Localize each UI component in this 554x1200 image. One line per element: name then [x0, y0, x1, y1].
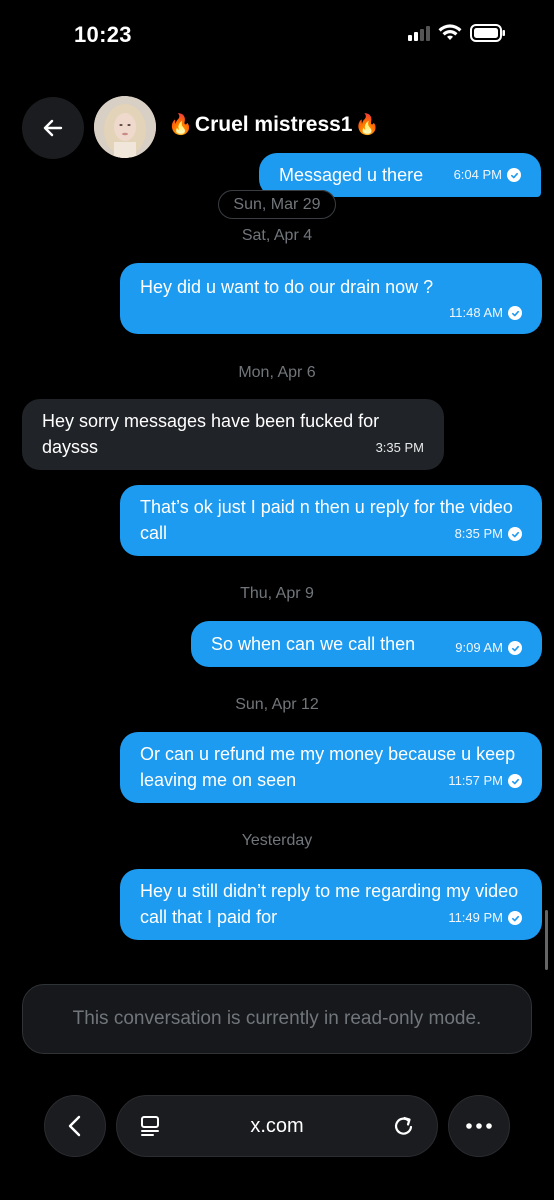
message-time: 3:35 PM: [375, 440, 424, 455]
message-time: 11:57 PM: [448, 773, 503, 788]
sent-check-icon: [508, 641, 522, 655]
date-separator: Sun, Mar 29: [214, 190, 340, 219]
avatar-image: [94, 96, 156, 158]
message-bubble-outgoing[interactable]: So when can we call then 9:09 AM: [191, 621, 542, 667]
message-meta: 8:35 PM: [455, 521, 522, 547]
message-text: So when can we call then: [211, 634, 416, 654]
message-bubble-outgoing[interactable]: Hey u still didn’t reply to me regarding…: [120, 869, 542, 940]
fire-icon: 🔥: [168, 114, 193, 136]
message-text: Hey did u want to do our drain now ?: [140, 277, 434, 297]
message-time: 6:04 PM: [453, 167, 502, 182]
date-pill: Sun, Mar 29: [218, 190, 336, 219]
browser-back-button[interactable]: [44, 1095, 106, 1157]
status-time: 10:23: [74, 22, 132, 47]
page-menu-icon[interactable]: [139, 1114, 161, 1138]
message-text: Messaged u there: [279, 165, 424, 185]
date-separator: Sun, Apr 12: [235, 696, 319, 713]
message-bubble-outgoing[interactable]: Or can u refund me my money because u ke…: [120, 732, 542, 803]
message-meta: 9:09 AM: [455, 635, 522, 661]
date-separator: Mon, Apr 6: [238, 364, 316, 381]
contact-name-label: Cruel mistress1: [194, 113, 353, 136]
fire-icon: 🔥: [354, 114, 380, 136]
message-time: 9:09 AM: [455, 640, 503, 655]
status-icons: [408, 24, 506, 42]
date-separator: Yesterday: [241, 832, 313, 849]
sent-check-icon: [508, 527, 522, 541]
message-bubble-outgoing[interactable]: Hey did u want to do our drain now ? 11:…: [120, 263, 542, 334]
message-time: 11:49 PM: [448, 910, 503, 925]
readonly-notice: This conversation is currently in read-o…: [22, 984, 532, 1054]
message-time: 11:48 AM: [449, 305, 503, 320]
message-meta: 11:48 AM: [140, 300, 522, 326]
date-separator: Thu, Apr 9: [240, 585, 314, 602]
message-bubble-outgoing[interactable]: That’s ok just I paid n then u reply for…: [120, 485, 542, 556]
more-dots-icon: [466, 1123, 492, 1129]
contact-name[interactable]: 🔥 Cruel mistress1 🔥: [168, 113, 379, 137]
message-bubble-incoming[interactable]: Hey sorry messages have been fucked for …: [22, 399, 444, 470]
back-button[interactable]: [22, 97, 84, 159]
sent-check-icon: [507, 168, 521, 182]
message-meta: 11:57 PM: [448, 768, 522, 794]
date-separator: Sat, Apr 4: [241, 227, 313, 244]
message-meta: 11:49 PM: [448, 905, 522, 931]
url-text: x.com: [250, 1114, 304, 1137]
wifi-icon: [438, 24, 462, 40]
reload-icon[interactable]: [393, 1114, 415, 1138]
message-time: 8:35 PM: [454, 526, 503, 541]
message-meta: 6:04 PM: [454, 162, 521, 188]
chevron-left-icon: [68, 1115, 81, 1137]
avatar[interactable]: [94, 96, 156, 158]
sent-check-icon: [508, 911, 522, 925]
message-text: Hey sorry messages have been fucked for …: [42, 411, 380, 457]
more-button[interactable]: [448, 1095, 510, 1157]
sent-check-icon: [508, 306, 522, 320]
address-bar[interactable]: x.com: [116, 1095, 438, 1157]
sent-check-icon: [508, 774, 522, 788]
scrollbar[interactable]: [545, 910, 548, 970]
arrow-left-icon: [43, 119, 63, 137]
battery-icon: [470, 24, 505, 42]
cellular-signal-icon: [408, 25, 430, 41]
